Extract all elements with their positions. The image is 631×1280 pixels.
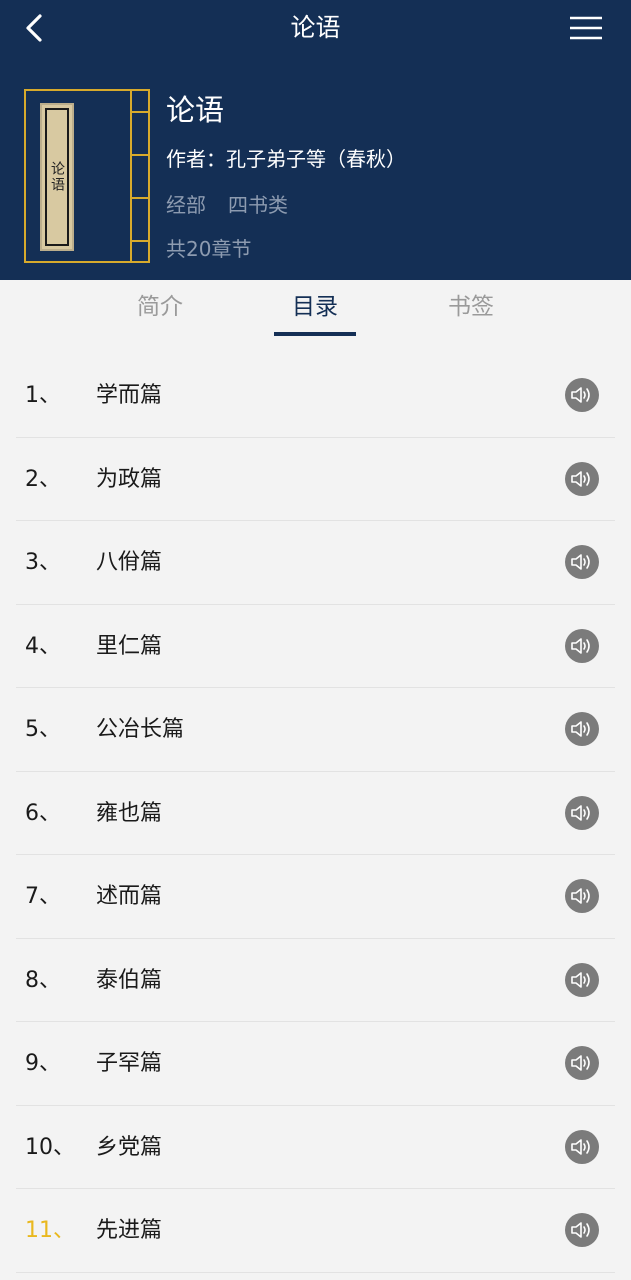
play-audio-button[interactable] <box>565 879 599 913</box>
chapter-row[interactable]: 7、 述而篇 <box>16 855 615 939</box>
chapter-name: 述而篇 <box>96 884 163 909</box>
chapter-number: 10、 <box>25 1134 75 1160</box>
chapter-number: 11、 <box>25 1218 75 1243</box>
chapter-row[interactable]: 6、 雍也篇 <box>16 772 615 855</box>
chapter-count: 共20章节 <box>166 237 252 261</box>
play-audio-button[interactable] <box>565 962 599 997</box>
chapter-number: 2、 <box>25 466 61 492</box>
play-audio-button[interactable] <box>565 795 599 830</box>
chapter-name: 为政篇 <box>96 466 163 492</box>
chapter-name: 乡党篇 <box>96 1134 163 1160</box>
chapter-row[interactable]: 2、 为政篇 <box>16 438 615 521</box>
cover-title: 论语 <box>49 161 65 193</box>
speaker-icon <box>571 804 590 821</box>
chapter-name: 里仁篇 <box>96 633 163 659</box>
cover-binding-tick <box>130 154 148 156</box>
speaker-icon <box>571 1055 590 1071</box>
speaker-icon <box>571 721 590 737</box>
speaker-icon <box>571 971 590 988</box>
play-audio-button[interactable] <box>565 378 599 412</box>
tab-bar: 简介 目录 书签 <box>0 280 631 342</box>
speaker-icon <box>571 470 590 487</box>
active-tab-indicator <box>274 332 356 336</box>
chapter-row[interactable]: 11、 先进篇 <box>16 1189 615 1273</box>
book-categories: 经部 四书类 <box>166 190 288 220</box>
chapter-number: 8、 <box>25 967 61 993</box>
tab-contents[interactable]: 目录 <box>275 290 355 338</box>
chapter-name: 公冶长篇 <box>96 717 185 742</box>
cover-label: 论语 <box>40 103 74 251</box>
subcategory-label: 四书类 <box>228 193 288 217</box>
page-title: 论语 <box>290 13 341 42</box>
chapter-row[interactable]: 8、 泰伯篇 <box>16 939 615 1022</box>
header-panel: 论语 论语 论语 作者：孔子弟子等（春秋） 经部 四书类 共20章节 <box>0 0 631 280</box>
chapter-row[interactable]: 3、 八佾篇 <box>16 521 615 605</box>
menu-button[interactable] <box>566 12 606 44</box>
speaker-icon <box>571 1222 590 1238</box>
tab-intro[interactable]: 简介 <box>120 290 200 338</box>
chapter-name: 先进篇 <box>96 1218 163 1243</box>
cover-spine <box>130 91 132 261</box>
book-title: 论语 <box>166 93 225 127</box>
play-audio-button[interactable] <box>565 628 599 663</box>
chapter-name: 子罕篇 <box>96 1051 163 1076</box>
chapter-number: 9、 <box>25 1051 61 1076</box>
book-author: 作者：孔子弟子等（春秋） <box>166 147 406 171</box>
play-audio-button[interactable] <box>565 1046 599 1080</box>
chapter-name: 泰伯篇 <box>96 967 163 993</box>
book-cover: 论语 <box>24 89 150 263</box>
play-audio-button[interactable] <box>565 461 599 496</box>
chapter-number: 4、 <box>25 633 61 659</box>
chapter-row[interactable]: 10、 乡党篇 <box>16 1106 615 1189</box>
chapter-number: 7、 <box>25 884 61 909</box>
chapter-list: 1、 学而篇 2、 为政篇 3、 八佾篇 4、 里仁篇 5、 公冶长篇 6、 雍… <box>0 354 631 1273</box>
book-detail-page: 论语 论语 论语 作者：孔子弟子等（春秋） 经部 四书类 共20章节 简介 目录… <box>0 0 631 1280</box>
speaker-icon <box>571 637 590 654</box>
chapter-name: 雍也篇 <box>96 800 163 826</box>
chapter-row[interactable]: 1、 学而篇 <box>16 354 615 438</box>
play-audio-button[interactable] <box>565 1213 599 1247</box>
chapter-row[interactable]: 4、 里仁篇 <box>16 605 615 688</box>
chapter-number: 6、 <box>25 800 61 826</box>
play-audio-button[interactable] <box>565 712 599 746</box>
chapter-number: 3、 <box>25 550 61 575</box>
play-audio-button[interactable] <box>565 545 599 579</box>
chapter-number: 1、 <box>25 383 61 408</box>
speaker-icon <box>571 1138 590 1155</box>
category-label: 经部 <box>166 193 206 217</box>
chapter-number: 5、 <box>25 717 61 742</box>
chapter-name: 学而篇 <box>96 383 163 408</box>
speaker-icon <box>571 387 590 403</box>
hamburger-menu-icon <box>570 16 602 40</box>
chapter-row[interactable]: 9、 子罕篇 <box>16 1022 615 1106</box>
play-audio-button[interactable] <box>565 1129 599 1164</box>
cover-binding-tick <box>130 111 148 113</box>
chapter-row[interactable]: 5、 公冶长篇 <box>16 688 615 772</box>
chapter-name: 八佾篇 <box>96 550 163 575</box>
cover-binding-tick <box>130 240 148 242</box>
speaker-icon <box>571 888 590 904</box>
tab-bookmarks[interactable]: 书签 <box>431 290 511 338</box>
speaker-icon <box>571 554 590 570</box>
cover-binding-tick <box>130 197 148 199</box>
